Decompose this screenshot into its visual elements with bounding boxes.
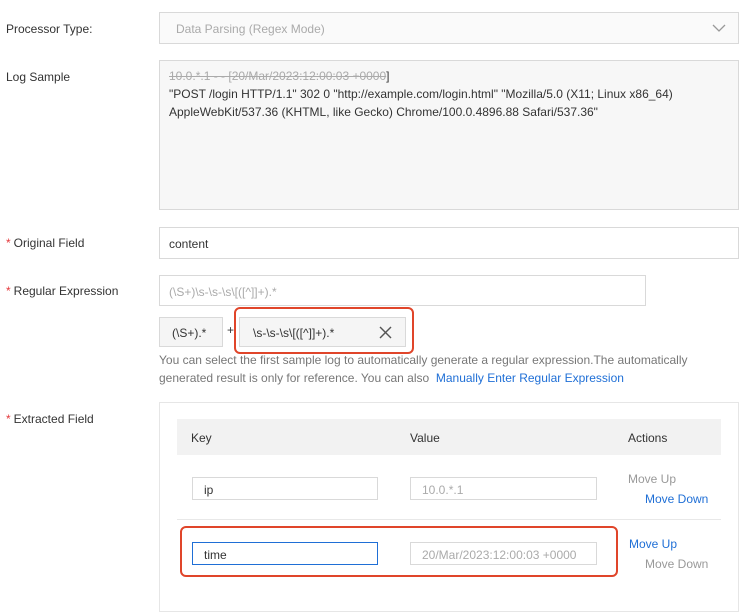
- required-mark: *: [6, 236, 11, 250]
- column-header-actions: Actions: [628, 431, 668, 445]
- row-value-input[interactable]: 10.0.*.1: [410, 477, 597, 500]
- log-sample-textarea[interactable]: 10.0.*.1 - - [20/Mar/2023:12:00:03 +0000…: [159, 60, 739, 210]
- chevron-down-icon: [712, 22, 726, 36]
- required-mark: *: [6, 412, 11, 426]
- regex-help-line-2: generated result is only for reference. …: [159, 371, 624, 385]
- manual-regex-link[interactable]: Manually Enter Regular Expression: [436, 371, 624, 385]
- extracted-field-label: * Extracted Field: [6, 412, 94, 426]
- processor-type-label: Processor Type:: [6, 22, 93, 36]
- log-sample-line-1-rest: ]: [386, 69, 390, 83]
- regex-help-line-1: You can select the first sample log to a…: [159, 353, 688, 367]
- original-field-value: content: [169, 237, 209, 251]
- regular-expression-label: * Regular Expression: [6, 284, 118, 298]
- original-field-label: * Original Field: [6, 236, 84, 250]
- log-sample-line-2: "POST /login HTTP/1.1" 302 0 "http://exa…: [169, 87, 673, 101]
- log-sample-line-3: AppleWebKit/537.36 (KHTML, like Gecko) C…: [169, 105, 598, 119]
- row-key-value: ip: [204, 483, 214, 497]
- processor-type-value: Data Parsing (Regex Mode): [176, 22, 325, 36]
- move-down-button[interactable]: Move Down: [645, 492, 708, 506]
- regex-segment-1[interactable]: (\S+).*: [159, 317, 223, 347]
- required-mark: *: [6, 284, 11, 298]
- column-header-key: Key: [191, 431, 212, 445]
- processor-type-select[interactable]: Data Parsing (Regex Mode): [159, 12, 739, 44]
- row-divider: [177, 519, 721, 520]
- log-sample-label: Log Sample: [6, 70, 71, 84]
- row-value-text: 10.0.*.1: [422, 483, 464, 497]
- column-header-value: Value: [410, 431, 440, 445]
- regular-expression-label-text: Regular Expression: [13, 284, 119, 298]
- move-up-button[interactable]: Move Up: [629, 537, 677, 551]
- regular-expression-input[interactable]: (\S+)\s-\s-\s\[([^]]+).*: [159, 275, 646, 306]
- highlight-box-regex-segment: [234, 307, 414, 354]
- extracted-field-label-text: Extracted Field: [13, 412, 94, 426]
- regex-segment-1-text: (\S+).*: [172, 326, 207, 340]
- regex-help-line-2-text: generated result is only for reference. …: [159, 371, 430, 385]
- log-sample-line-1: 10.0.*.1 - - [20/Mar/2023:12:00:03 +0000…: [169, 69, 390, 83]
- log-sample-selected-text[interactable]: 10.0.*.1 - - [20/Mar/2023:12:00:03 +0000: [169, 69, 386, 83]
- regex-segment-plus: +: [227, 323, 235, 337]
- original-field-label-text: Original Field: [13, 236, 85, 250]
- move-down-button[interactable]: Move Down: [645, 557, 708, 571]
- regular-expression-value: (\S+)\s-\s-\s\[([^]]+).*: [169, 285, 277, 299]
- highlight-box-time-row: [180, 526, 618, 577]
- extracted-table-header: Key Value Actions: [177, 419, 721, 455]
- row-key-input[interactable]: ip: [192, 477, 378, 500]
- move-up-button[interactable]: Move Up: [628, 472, 676, 486]
- original-field-input[interactable]: content: [159, 227, 739, 259]
